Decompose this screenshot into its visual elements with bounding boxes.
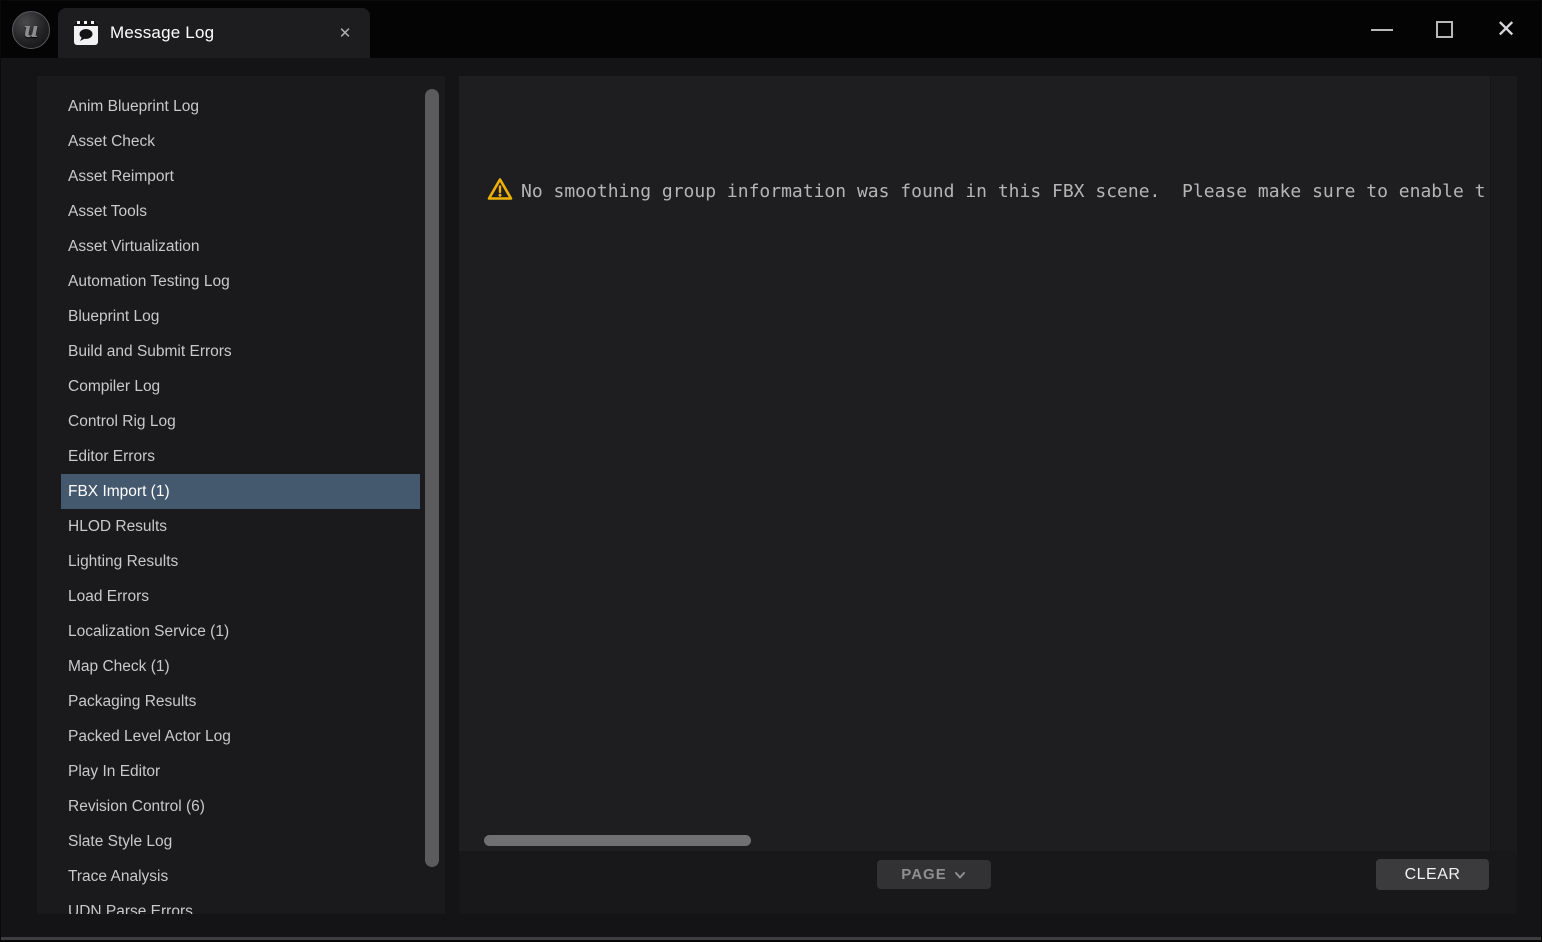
minimize-icon xyxy=(1371,29,1393,31)
sidebar-item-label: Asset Tools xyxy=(68,203,147,220)
sidebar-item-label: Asset Reimport xyxy=(68,168,174,185)
log-category-panel: Anim Blueprint Log Asset Check Asset Reimp… xyxy=(37,76,445,914)
sidebar-item[interactable]: Editor Errors xyxy=(61,439,420,474)
sidebar-list: Anim Blueprint Log Asset Check Asset Reimp… xyxy=(37,89,445,914)
tab-close-icon[interactable]: ✕ xyxy=(334,22,356,44)
sidebar-item-label: Control Rig Log xyxy=(68,413,176,430)
window-controls: ✕ xyxy=(1351,1,1537,58)
maximize-button[interactable] xyxy=(1413,1,1475,58)
sidebar-item[interactable]: Asset Reimport xyxy=(61,159,420,194)
sidebar-item[interactable]: UDN Parse Errors xyxy=(61,894,420,914)
sidebar-item[interactable]: Blueprint Log xyxy=(61,299,420,334)
sidebar-item-label: Map Check (1) xyxy=(68,658,170,675)
message-list: No smoothing group information was found… xyxy=(459,76,1517,851)
sidebar-item[interactable]: Packaging Results xyxy=(61,684,420,719)
sidebar-item-label: Blueprint Log xyxy=(68,308,159,325)
sidebar-item-label: Automation Testing Log xyxy=(68,273,230,290)
chevron-down-icon xyxy=(953,868,967,882)
sidebar-item-label: Asset Virtualization xyxy=(68,238,200,255)
sidebar-item[interactable]: HLOD Results xyxy=(61,509,420,544)
sidebar-item-label: Revision Control (6) xyxy=(68,798,205,815)
message-log-window: u Message Log ✕ ✕ Anim Blueprint Log Asse… xyxy=(0,0,1542,941)
sidebar-item[interactable]: Lighting Results xyxy=(61,544,420,579)
maximize-icon xyxy=(1436,21,1453,38)
message-panel: No smoothing group information was found… xyxy=(459,76,1517,914)
sidebar-item[interactable]: Control Rig Log xyxy=(61,404,420,439)
sidebar-item-label: Trace Analysis xyxy=(68,868,168,885)
footer-toolbar: PAGE CLEAR xyxy=(459,851,1517,914)
sidebar-item-label: Slate Style Log xyxy=(68,833,172,850)
sidebar-item-label: Packaging Results xyxy=(68,693,196,710)
sidebar-item-label: Packed Level Actor Log xyxy=(68,728,231,745)
sidebar-item-label: HLOD Results xyxy=(68,518,167,535)
sidebar-item-label: Asset Check xyxy=(68,133,155,150)
message-row[interactable]: No smoothing group information was found… xyxy=(487,177,1517,206)
sidebar-item[interactable]: Revision Control (6) xyxy=(61,789,420,824)
sidebar-item-label: UDN Parse Errors xyxy=(68,903,193,914)
sidebar-item[interactable]: Load Errors xyxy=(61,579,420,614)
message-log-icon xyxy=(74,21,98,45)
sidebar-item[interactable]: Trace Analysis xyxy=(61,859,420,894)
close-icon: ✕ xyxy=(1496,18,1516,42)
sidebar-item-label: Editor Errors xyxy=(68,448,155,465)
sidebar-item-label: Compiler Log xyxy=(68,378,160,395)
sidebar-item[interactable]: Compiler Log xyxy=(61,369,420,404)
page-dropdown[interactable]: PAGE xyxy=(877,860,991,889)
titlebar: u Message Log ✕ ✕ xyxy=(1,1,1541,58)
tab-message-log[interactable]: Message Log ✕ xyxy=(58,8,370,58)
sidebar-item[interactable]: Build and Submit Errors xyxy=(61,334,420,369)
horizontal-scrollbar[interactable] xyxy=(484,835,751,846)
unreal-engine-logo-icon: u xyxy=(12,11,50,49)
sidebar-item-label: Load Errors xyxy=(68,588,149,605)
tab-title: Message Log xyxy=(110,23,214,43)
minimize-button[interactable] xyxy=(1351,1,1413,58)
clear-button[interactable]: CLEAR xyxy=(1376,859,1489,890)
sidebar-item-label: FBX Import (1) xyxy=(68,483,170,500)
sidebar-item[interactable]: Asset Check xyxy=(61,124,420,159)
sidebar-item[interactable]: Asset Tools xyxy=(61,194,420,229)
close-button[interactable]: ✕ xyxy=(1475,1,1537,58)
sidebar-item[interactable]: Slate Style Log xyxy=(61,824,420,859)
sidebar-item-label: Lighting Results xyxy=(68,553,178,570)
sidebar-item-label: Anim Blueprint Log xyxy=(68,98,199,115)
message-text: No smoothing group information was found… xyxy=(521,180,1486,204)
sidebar-scrollbar[interactable] xyxy=(425,89,439,867)
sidebar-item[interactable]: FBX Import (1) xyxy=(61,474,420,509)
sidebar-item[interactable]: Asset Virtualization xyxy=(61,229,420,264)
sidebar-item[interactable]: Anim Blueprint Log xyxy=(61,89,420,124)
sidebar-item-label: Build and Submit Errors xyxy=(68,343,232,360)
sidebar-item-label: Play In Editor xyxy=(68,763,160,780)
sidebar-item[interactable]: Packed Level Actor Log xyxy=(61,719,420,754)
sidebar-item-label: Localization Service (1) xyxy=(68,623,229,640)
page-dropdown-label: PAGE xyxy=(901,866,946,883)
sidebar-item[interactable]: Automation Testing Log xyxy=(61,264,420,299)
sidebar-item[interactable]: Play In Editor xyxy=(61,754,420,789)
sidebar-item[interactable]: Map Check (1) xyxy=(61,649,420,684)
warning-icon xyxy=(487,177,513,206)
sidebar-item[interactable]: Localization Service (1) xyxy=(61,614,420,649)
vertical-scrollbar-track[interactable] xyxy=(1490,76,1517,851)
